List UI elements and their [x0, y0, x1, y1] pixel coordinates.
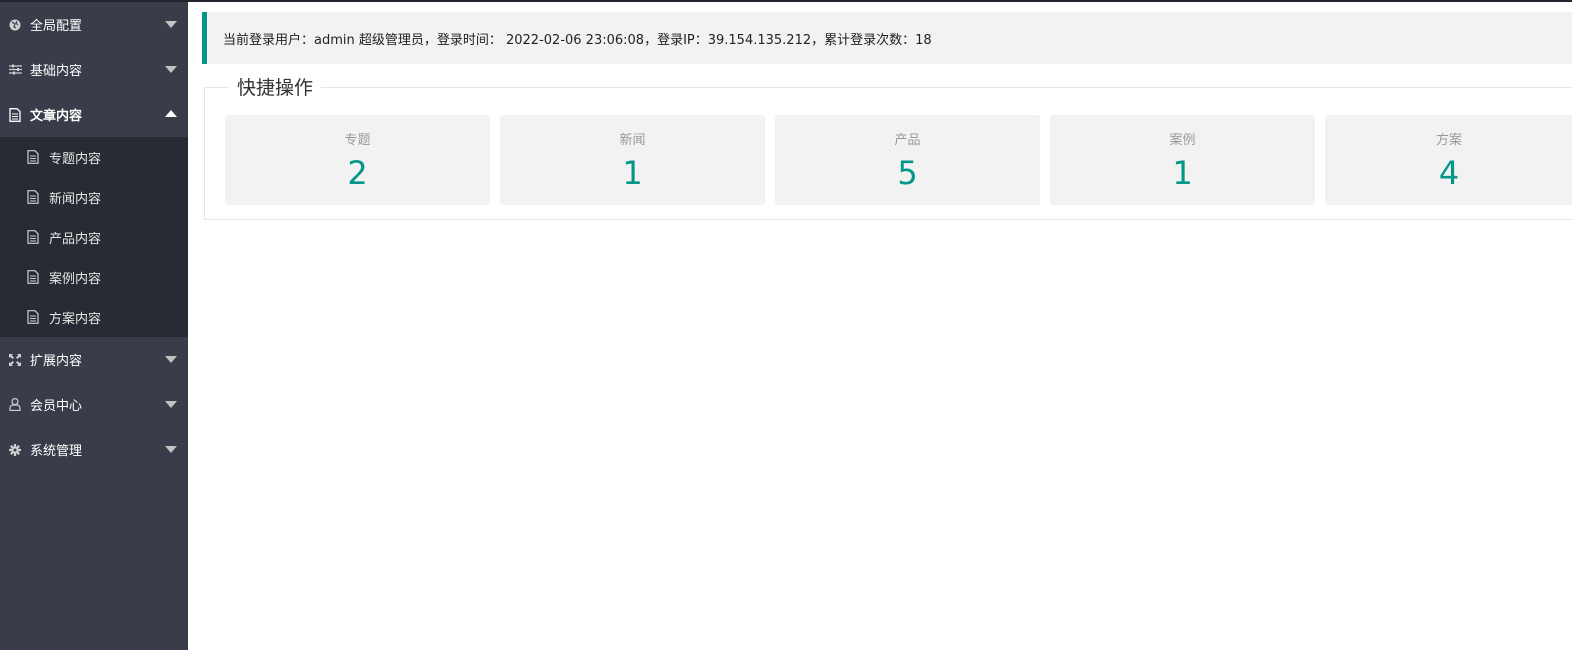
globe-icon	[8, 18, 22, 32]
chevron-down-icon	[165, 401, 177, 408]
chevron-down-icon	[165, 356, 177, 363]
submenu-item-label: 案例内容	[49, 271, 102, 287]
document-icon	[27, 150, 39, 164]
sidebar-item-label: 扩展内容	[30, 354, 83, 369]
card-count: 5	[897, 154, 918, 192]
submenu-item-product[interactable]: 产品内容	[0, 217, 188, 257]
sidebar-item-label: 系统管理	[30, 444, 83, 459]
card-count: 1	[1172, 154, 1193, 192]
login-info-text: 当前登录用户：admin 超级管理员，登录时间： 2022-02-06 23:0…	[223, 32, 932, 48]
card-count: 2	[347, 154, 368, 192]
card-label: 方案	[1435, 133, 1462, 148]
sidebar-item-label: 文章内容	[30, 109, 83, 124]
card-label: 案例	[1169, 133, 1196, 148]
quick-card-solution[interactable]: 方案 4	[1325, 115, 1572, 205]
quick-card-product[interactable]: 产品 5	[775, 115, 1040, 205]
document-icon	[27, 310, 39, 324]
chevron-down-icon	[165, 21, 177, 28]
chevron-up-icon	[165, 110, 177, 117]
document-icon	[27, 230, 39, 244]
card-count: 4	[1438, 154, 1460, 192]
sidebar-item-label: 会员中心	[30, 399, 83, 414]
sidebar-item-system-management[interactable]: 系统管理	[0, 427, 188, 472]
document-icon	[27, 270, 39, 284]
chevron-down-icon	[165, 66, 177, 73]
card-count: 1	[622, 154, 643, 192]
quick-card-topic[interactable]: 专题 2	[225, 115, 490, 205]
sidebar-item-article-content[interactable]: 文章内容	[0, 92, 188, 137]
submenu-item-solution[interactable]: 方案内容	[0, 297, 188, 337]
document-icon	[8, 107, 22, 122]
user-icon	[8, 398, 22, 412]
submenu-item-label: 方案内容	[49, 311, 102, 327]
sidebar-item-member-center[interactable]: 会员中心	[0, 382, 188, 427]
quick-card-case[interactable]: 案例 1	[1050, 115, 1315, 205]
card-label: 产品	[894, 133, 921, 148]
main-content: 当前登录用户：admin 超级管理员，登录时间： 2022-02-06 23:0…	[188, 2, 1572, 650]
quick-card-news[interactable]: 新闻 1	[500, 115, 765, 205]
quick-actions-panel: 快捷操作 专题 2 新闻 1 产品 5 案例 1 方案 4	[204, 76, 1572, 220]
article-submenu: 专题内容 新闻内容 产品内容 案例内容 方案内容	[0, 137, 188, 337]
card-label: 新闻	[619, 133, 646, 148]
sidebar-item-global-config[interactable]: 全局配置	[0, 2, 188, 47]
expand-icon	[8, 353, 22, 367]
sidebar-item-label: 基础内容	[30, 64, 83, 79]
sidebar-item-basic-content[interactable]: 基础内容	[0, 47, 188, 92]
card-label: 专题	[344, 133, 371, 148]
submenu-item-case[interactable]: 案例内容	[0, 257, 188, 297]
submenu-item-label: 产品内容	[49, 231, 102, 247]
sidebar-item-label: 全局配置	[30, 19, 83, 34]
document-icon	[27, 190, 39, 204]
login-info-bar: 当前登录用户：admin 超级管理员，登录时间： 2022-02-06 23:0…	[202, 12, 1572, 64]
quick-actions-title: 快捷操作	[229, 76, 322, 100]
submenu-item-label: 新闻内容	[49, 191, 102, 207]
sidebar-item-extended-content[interactable]: 扩展内容	[0, 337, 188, 382]
gear-icon	[8, 443, 22, 457]
sidebar: 全局配置 基础内容 文章内容 专题内容 新闻内容 产品内容 案例内容 方案内容 …	[0, 2, 188, 650]
sliders-icon	[8, 63, 22, 77]
submenu-item-news[interactable]: 新闻内容	[0, 177, 188, 217]
submenu-item-label: 专题内容	[49, 151, 102, 167]
chevron-down-icon	[165, 446, 177, 453]
submenu-item-topic[interactable]: 专题内容	[0, 137, 188, 177]
